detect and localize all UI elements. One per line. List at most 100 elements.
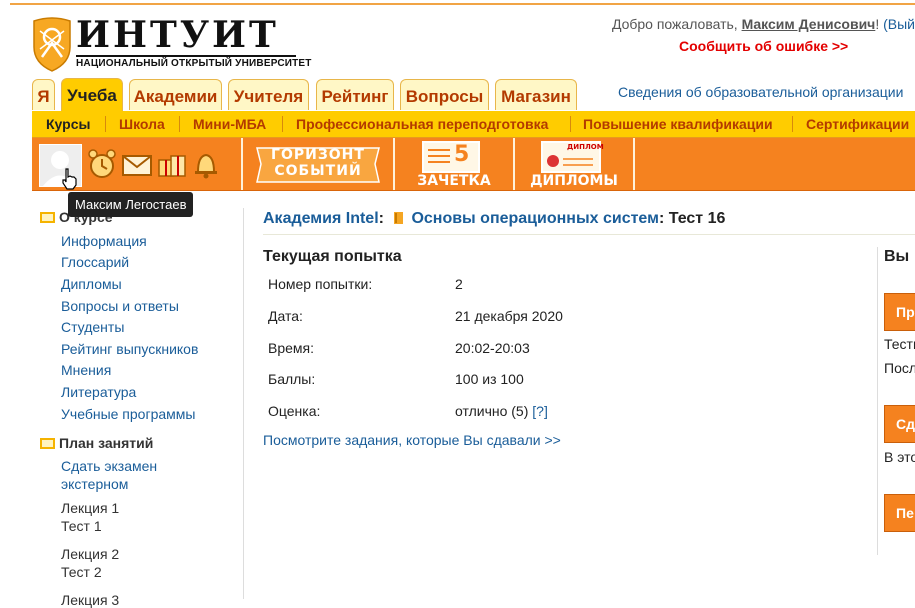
attempt-score-value: 100 из 100: [455, 371, 524, 387]
subnav-qualification[interactable]: Повышение квалификации: [583, 111, 773, 137]
attempt-score-label: Баллы:: [268, 371, 316, 387]
attempt-time-label: Время:: [268, 340, 315, 356]
sidebar-item-extern-exam-line2[interactable]: экстерном: [61, 476, 128, 492]
sidebar-item-faq[interactable]: Вопросы и ответы: [61, 298, 179, 314]
user-toolbar: ГОРИЗОНТ СОБЫТИЙ 5 ЗАЧЕТКА ДИПЛОМ ДИПЛОМ…: [32, 138, 915, 191]
subnav-courses[interactable]: Курсы: [46, 111, 90, 137]
subnav-separator: [179, 116, 180, 132]
subnav-retraining[interactable]: Профессиональная переподготовка: [296, 111, 548, 137]
gradebook-tile[interactable]: 5 ЗАЧЕТКА: [395, 138, 513, 190]
breadcrumb-sep: :: [378, 210, 389, 227]
gradebook-label: ЗАЧЕТКА: [417, 173, 491, 189]
diploma-badge-text: ДИПЛОМ: [567, 143, 604, 151]
subnav-separator: [792, 116, 793, 132]
logo-subtitle: НАЦИОНАЛЬНЫЙ ОТКРЫТЫЙ УНИВЕРСИТЕТ: [76, 58, 312, 69]
subnav-school[interactable]: Школа: [119, 111, 165, 137]
user-tooltip: Максим Легостаев: [68, 192, 194, 217]
org-info-link[interactable]: Сведения об образовательной организации: [618, 84, 903, 100]
folder-icon: [40, 212, 55, 223]
grade-text: отлично (5): [455, 403, 529, 419]
sub-navigation: Курсы Школа Мини-МБА Профессиональная пе…: [32, 111, 915, 138]
lesson-title: Лекция 2: [61, 546, 120, 562]
right-text-2: Посл: [884, 360, 915, 376]
right-action-button-2[interactable]: Сд: [884, 405, 915, 443]
tab-me[interactable]: Я: [32, 79, 55, 110]
user-name-link[interactable]: Максим Денисович: [742, 16, 876, 32]
subnav-certifications[interactable]: Сертификации: [806, 111, 909, 137]
attempt-time-value: 20:02-20:03: [455, 340, 530, 356]
breadcrumb-test: : Тест 16: [658, 210, 726, 227]
breadcrumb-academy[interactable]: Академия Intel: [263, 210, 379, 227]
welcome-suffix: !: [875, 16, 884, 32]
breadcrumb: Академия Intel: Основы операционных сист…: [263, 210, 725, 228]
subnav-separator: [105, 116, 106, 132]
sidebar-item-students[interactable]: Студенты: [61, 319, 124, 335]
breadcrumb-course[interactable]: Основы операционных систем: [411, 210, 659, 227]
report-error-link[interactable]: Сообщить об ошибке >>: [679, 38, 848, 54]
tab-academies[interactable]: Академии: [129, 79, 222, 110]
lesson-title: Лекция 1: [61, 500, 120, 516]
sidebar-item-literature[interactable]: Литература: [61, 384, 136, 400]
right-text-1: Тести: [884, 336, 915, 352]
top-border: [10, 0, 915, 5]
logo-rule: [76, 55, 296, 57]
events-tile-line1: ГОРИЗОНТ: [271, 147, 365, 163]
content-divider: [243, 208, 244, 599]
tab-shop[interactable]: Магазин: [495, 79, 577, 110]
gifts-icon[interactable]: [156, 148, 188, 180]
lesson-title: Лекция 3: [61, 592, 120, 608]
events-tile-line2: СОБЫТИЙ: [274, 163, 362, 179]
right-column-heading: Вы: [884, 248, 910, 265]
gradebook-icon: [422, 141, 480, 173]
sidebar-section-title: План занятий: [59, 435, 154, 451]
logo-wordmark: ИНТУИТ: [76, 14, 279, 56]
diplomas-tile[interactable]: ДИПЛОМ ДИПЛОМЫ: [515, 138, 633, 190]
lesson-test: Тест 2: [61, 564, 102, 580]
right-text-3: В это: [884, 449, 915, 465]
intuit-logo[interactable]: ИНТУИТ НАЦИОНАЛЬНЫЙ ОТКРЫТЫЙ УНИВЕРСИТЕТ: [32, 14, 311, 73]
subnav-mini-mba[interactable]: Мини-МБА: [193, 111, 266, 137]
welcome-bar: Добро пожаловать, Максим Денисович! (Вый: [612, 16, 915, 32]
toolbar-divider: [633, 138, 635, 190]
logout-link[interactable]: (Вый: [883, 16, 915, 32]
sidebar-item-glossary[interactable]: Глоссарий: [61, 254, 129, 270]
attempt-date-label: Дата:: [268, 308, 303, 324]
sidebar-item-opinions[interactable]: Мнения: [61, 362, 111, 378]
subnav-separator: [570, 116, 571, 132]
attempt-grade-label: Оценка:: [268, 403, 321, 419]
sidebar-item-diplomas[interactable]: Дипломы: [61, 276, 122, 292]
lesson-test: Тест 1: [61, 518, 102, 534]
tab-questions[interactable]: Вопросы: [400, 79, 489, 110]
sidebar-section-plan: План занятий: [40, 434, 240, 454]
subnav-separator: [282, 116, 283, 132]
sidebar-item-programs[interactable]: Учебные программы: [61, 406, 195, 422]
sidebar-item-extern-exam[interactable]: Сдать экзамен: [61, 458, 157, 474]
diplomas-label: ДИПЛОМЫ: [530, 173, 618, 189]
tab-teachers[interactable]: Учителя: [228, 79, 309, 110]
attempt-number-label: Номер попытки:: [268, 276, 373, 292]
attempt-title: Текущая попытка: [263, 248, 402, 265]
envelope-icon[interactable]: [121, 148, 153, 180]
right-action-button-3[interactable]: Пе: [884, 494, 915, 532]
tab-study[interactable]: Учеба: [61, 78, 123, 112]
sidebar-item-graduates-rating[interactable]: Рейтинг выпускников: [61, 341, 198, 357]
gradebook-digit: 5: [454, 142, 470, 167]
shield-logo-icon: [33, 17, 71, 72]
welcome-prefix: Добро пожаловать,: [611, 16, 742, 32]
right-action-button-1[interactable]: Пр: [884, 293, 915, 331]
events-horizon-tile[interactable]: ГОРИЗОНТ СОБЫТИЙ: [243, 138, 393, 190]
attempt-date-value: 21 декабря 2020: [455, 308, 563, 324]
bell-icon[interactable]: [190, 148, 222, 180]
alarm-clock-icon[interactable]: [86, 148, 118, 180]
grade-help-link[interactable]: [?]: [532, 403, 548, 419]
attempt-number-value: 2: [455, 276, 463, 292]
folder-icon: [40, 438, 55, 449]
right-column-divider: [877, 247, 878, 555]
breadcrumb-rule: [263, 234, 915, 235]
book-icon: [394, 212, 404, 224]
view-tasks-link[interactable]: Посмотрите задания, которые Вы сдавали >…: [263, 432, 561, 448]
sidebar-item-info[interactable]: Информация: [61, 233, 147, 249]
tab-rating[interactable]: Рейтинг: [316, 79, 394, 110]
attempt-grade-value: отлично (5) [?]: [455, 403, 548, 419]
hand-cursor-icon: [62, 168, 77, 190]
